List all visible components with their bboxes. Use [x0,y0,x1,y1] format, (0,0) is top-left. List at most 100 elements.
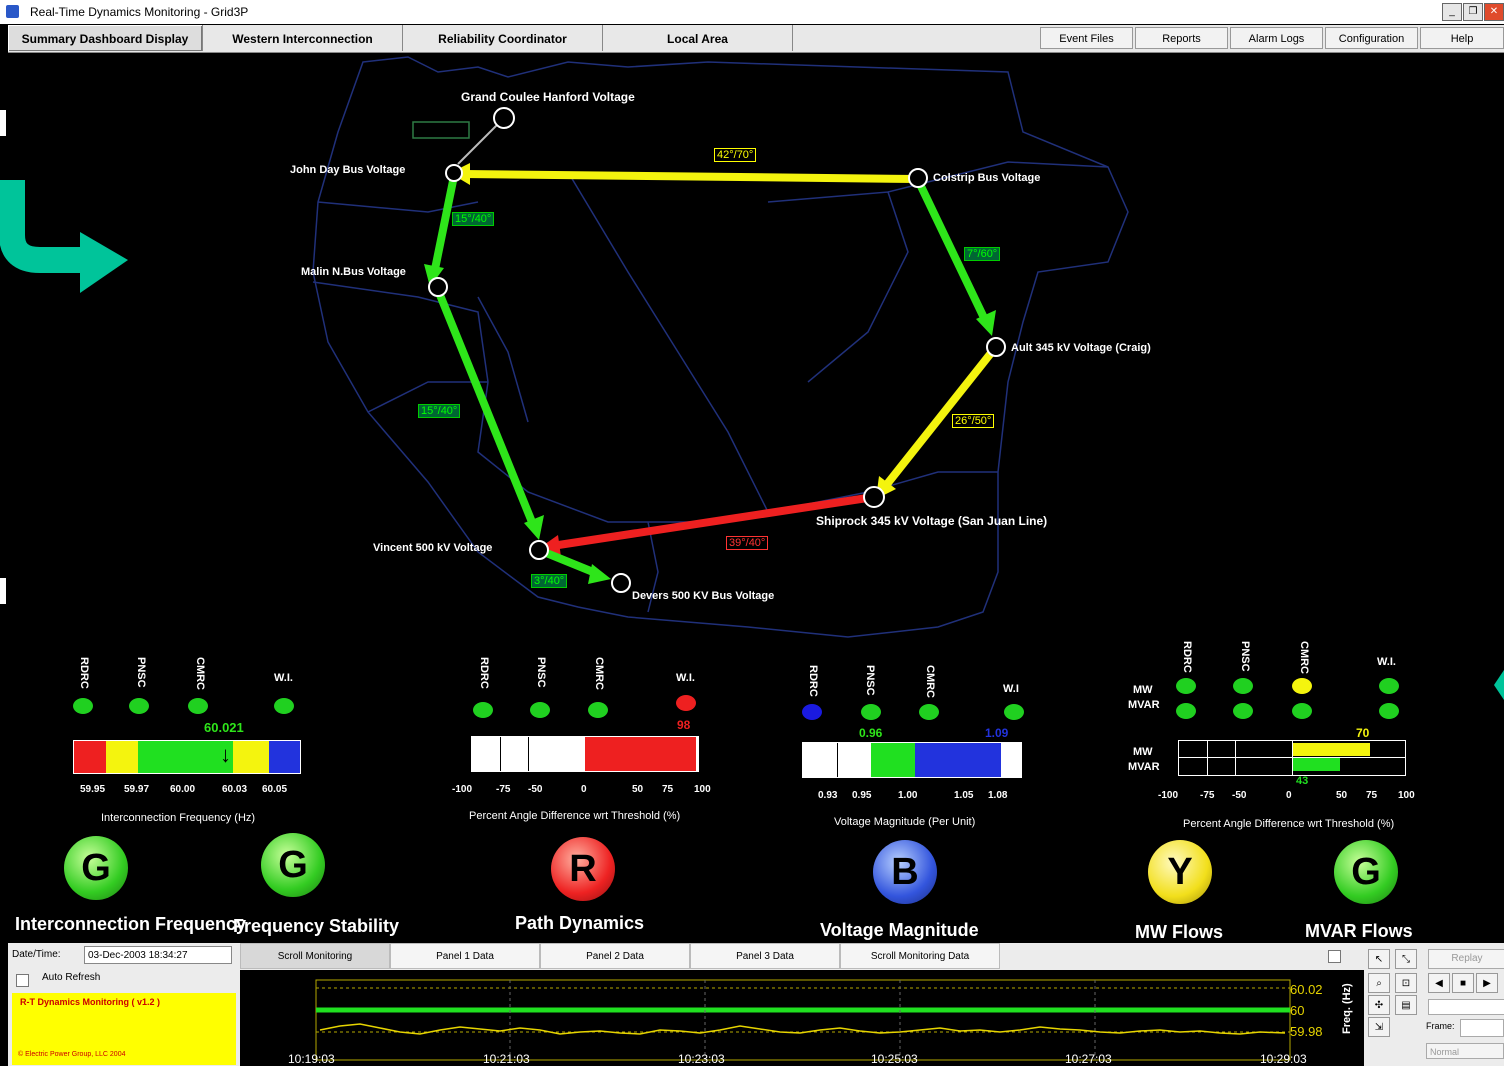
wi-mw-dot [1379,678,1399,694]
frequency-indicator[interactable]: G [64,836,128,900]
path-colstrip-ault[interactable]: 7°/60° [964,247,1001,261]
y-label-low: 59.98 [1290,1024,1323,1039]
rewind-icon[interactable]: ◀ [1428,973,1450,993]
zoom-region-icon[interactable]: ⊡ [1395,973,1417,993]
angle-tick: 0 [581,784,587,795]
pnsc-status-dot [530,702,550,718]
frame-input[interactable] [1460,1019,1504,1037]
move-tool-icon[interactable]: ⇲ [1368,1017,1390,1037]
alarm-logs-button[interactable]: Alarm Logs [1230,27,1323,49]
auto-refresh-label: Auto Refresh [42,972,101,983]
freq-tick: 60.05 [262,784,288,795]
path-shiprock-vincent[interactable]: 39°/40° [726,536,769,550]
rdrc-status-dot [802,704,822,720]
inactive-box [412,121,470,139]
colstrip-label: Colstrip Bus Voltage [933,172,1041,184]
restore-button[interactable]: ❐ [1463,3,1483,21]
path-ault-shiprock[interactable]: 26°/50° [952,414,995,428]
menu-bar: Summary Dashboard Display Western Interc… [8,25,1504,53]
path-dynamics-caption: Path Dynamics [515,913,645,933]
auto-refresh-checkbox[interactable] [16,974,29,987]
rdrc-mvar-dot [1176,703,1196,719]
path-colstrip-john-day[interactable]: 42°/70° [714,148,757,162]
malin-node [428,277,448,297]
time-label: 10:25:03 [871,1052,918,1066]
tab-western-interconnection[interactable]: Western Interconnection [203,25,403,51]
frame-label: Frame: [1426,1021,1455,1031]
zoom-tool-icon[interactable]: ⌕ [1368,973,1390,993]
tab-reliability-coordinator[interactable]: Reliability Coordinator [403,25,603,51]
john-day-node [445,164,463,182]
mvar-flows-indicator[interactable]: G [1334,840,1398,904]
tab-local-area[interactable]: Local Area [603,25,793,51]
mw-flows-caption: MW Flows [1135,922,1223,942]
help-button[interactable]: Help [1420,27,1504,49]
wi-label: W.I. [1377,656,1396,668]
y-label-top: 60.02 [1290,982,1323,997]
voltage-caption: Voltage Magnitude (Per Unit) [834,816,976,828]
app-info-box: R-T Dynamics Monitoring ( v1.2 ) © Elect… [12,993,236,1065]
voltage-magnitude-caption: Voltage Magnitude [820,920,979,940]
event-files-button[interactable]: Event Files [1040,27,1133,49]
pan-tool-icon[interactable]: ✣ [1368,995,1390,1015]
app-icon [6,5,19,18]
frequency-stability-caption: Frequency Stability [233,916,400,936]
edge-marker [0,110,6,136]
minimize-button[interactable]: _ [1442,3,1462,21]
speed-select[interactable]: Normal [1426,1043,1504,1059]
mvar-label: MVAR [1128,699,1160,711]
shiprock-node [863,486,885,508]
tab-panel-3-data[interactable]: Panel 3 Data [690,943,840,969]
stop-icon[interactable]: ■ [1452,973,1474,993]
pnsc-mvar-dot [1233,703,1253,719]
wi-status-dot [1004,704,1024,720]
time-label: 10:27:03 [1065,1052,1112,1066]
path-john-day-malin[interactable]: 15°/40° [452,212,495,226]
rdrc-status-dot [473,702,493,718]
close-button[interactable]: ✕ [1484,3,1504,21]
mvar-flows-caption: MVAR Flows [1305,921,1413,941]
frequency-value: 60.021 [204,720,244,735]
angle-tick: -50 [528,784,543,795]
tab-scroll-monitoring-data[interactable]: Scroll Monitoring Data [840,943,1000,969]
frequency-stability-indicator[interactable]: G [261,833,325,897]
cmrc-status-dot [188,698,208,714]
tab-panel-2-data[interactable]: Panel 2 Data [540,943,690,969]
date-field[interactable]: 03-Dec-2003 18:34:27 [84,946,232,964]
wi-status-dot [676,695,696,711]
tab-panel-1-data[interactable]: Panel 1 Data [390,943,540,969]
mw-flows-indicator[interactable]: Y [1148,840,1212,904]
ault-node [986,337,1006,357]
replay-slider[interactable] [1428,999,1504,1015]
configuration-button[interactable]: Configuration [1325,27,1418,49]
select-tool-icon[interactable]: ↖ [1368,949,1390,969]
date-label: Date/Time: [12,949,61,960]
map-lines [312,56,1129,638]
angle-caption: Percent Angle Difference wrt Threshold (… [469,810,681,822]
grand-coulee-link [457,119,503,165]
play-icon[interactable]: ▶ [1476,973,1498,993]
time-label: 10:23:03 [678,1052,725,1066]
panel-checkbox[interactable] [1328,950,1341,963]
print-tool-icon[interactable]: ▤ [1395,995,1417,1015]
tab-summary-dashboard[interactable]: Summary Dashboard Display [8,25,203,51]
path-vincent-devers[interactable]: 3°/40° [531,574,568,588]
tab-scroll-monitoring[interactable]: Scroll Monitoring [240,943,390,969]
colstrip-node [908,168,928,188]
pnsc-mw-dot [1233,678,1253,694]
replay-button[interactable]: Replay [1428,949,1504,969]
reports-button[interactable]: Reports [1135,27,1228,49]
angle-tick: 50 [632,784,644,795]
flows-tick: -75 [1200,790,1215,801]
angle-tick: -100 [452,784,473,795]
rdrc-mw-dot [1176,678,1196,694]
flows-tick: 75 [1366,790,1378,801]
voltage-tick: 1.00 [898,790,918,801]
path-malin-vincent[interactable]: 15°/40° [418,404,461,418]
voltage-magnitude-indicator[interactable]: B [873,840,937,904]
flows-tick: -50 [1232,790,1247,801]
path-dynamics-indicator[interactable]: R [551,837,615,901]
pointer-tool-icon[interactable]: ⤡ [1395,949,1417,969]
flows-tick: -100 [1158,790,1179,801]
wi-mvar-dot [1379,703,1399,719]
